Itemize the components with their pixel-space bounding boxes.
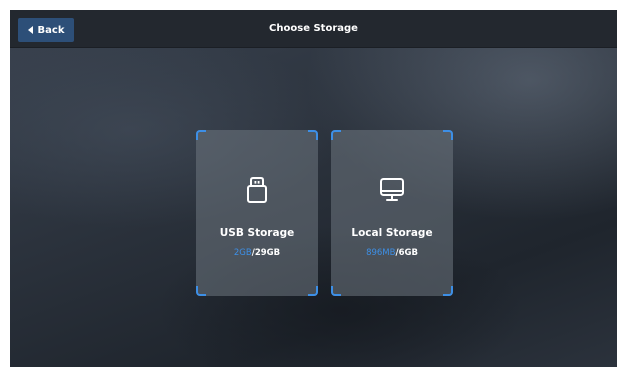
back-arrow-icon: [27, 26, 33, 34]
card-corner: [443, 286, 453, 296]
usb-drive-icon: [247, 177, 267, 203]
card-corner: [331, 286, 341, 296]
monitor-icon: [380, 178, 404, 201]
local-used-value: 896MB: [366, 248, 396, 258]
usb-used-value: 2GB: [233, 248, 252, 258]
card-corner: [196, 286, 206, 296]
local-storage-card[interactable]: Local Storage 896MB/6GB: [331, 130, 453, 296]
back-button-label: Back: [37, 24, 65, 36]
local-total-value: 6GB: [398, 248, 418, 258]
card-corner: [443, 130, 453, 140]
usb-storage-capacity: 2GB/29GB: [196, 248, 318, 258]
storage-screen: Choose Storage Back USB Storage 2GB/29GB: [10, 10, 617, 367]
card-corner: [196, 130, 206, 140]
local-storage-label: Local Storage: [351, 227, 433, 239]
back-button[interactable]: Back: [18, 18, 74, 42]
usb-storage-card[interactable]: USB Storage 2GB/29GB: [196, 130, 318, 296]
page-title: Choose Storage: [269, 23, 358, 34]
usb-total-value: 29GB: [254, 248, 281, 258]
usb-storage-label: USB Storage: [219, 227, 295, 239]
top-bar: Choose Storage Back: [10, 10, 617, 48]
card-corner: [308, 286, 318, 296]
local-storage-capacity: 896MB/6GB: [331, 248, 453, 258]
card-corner: [331, 130, 341, 140]
card-corner: [308, 130, 318, 140]
